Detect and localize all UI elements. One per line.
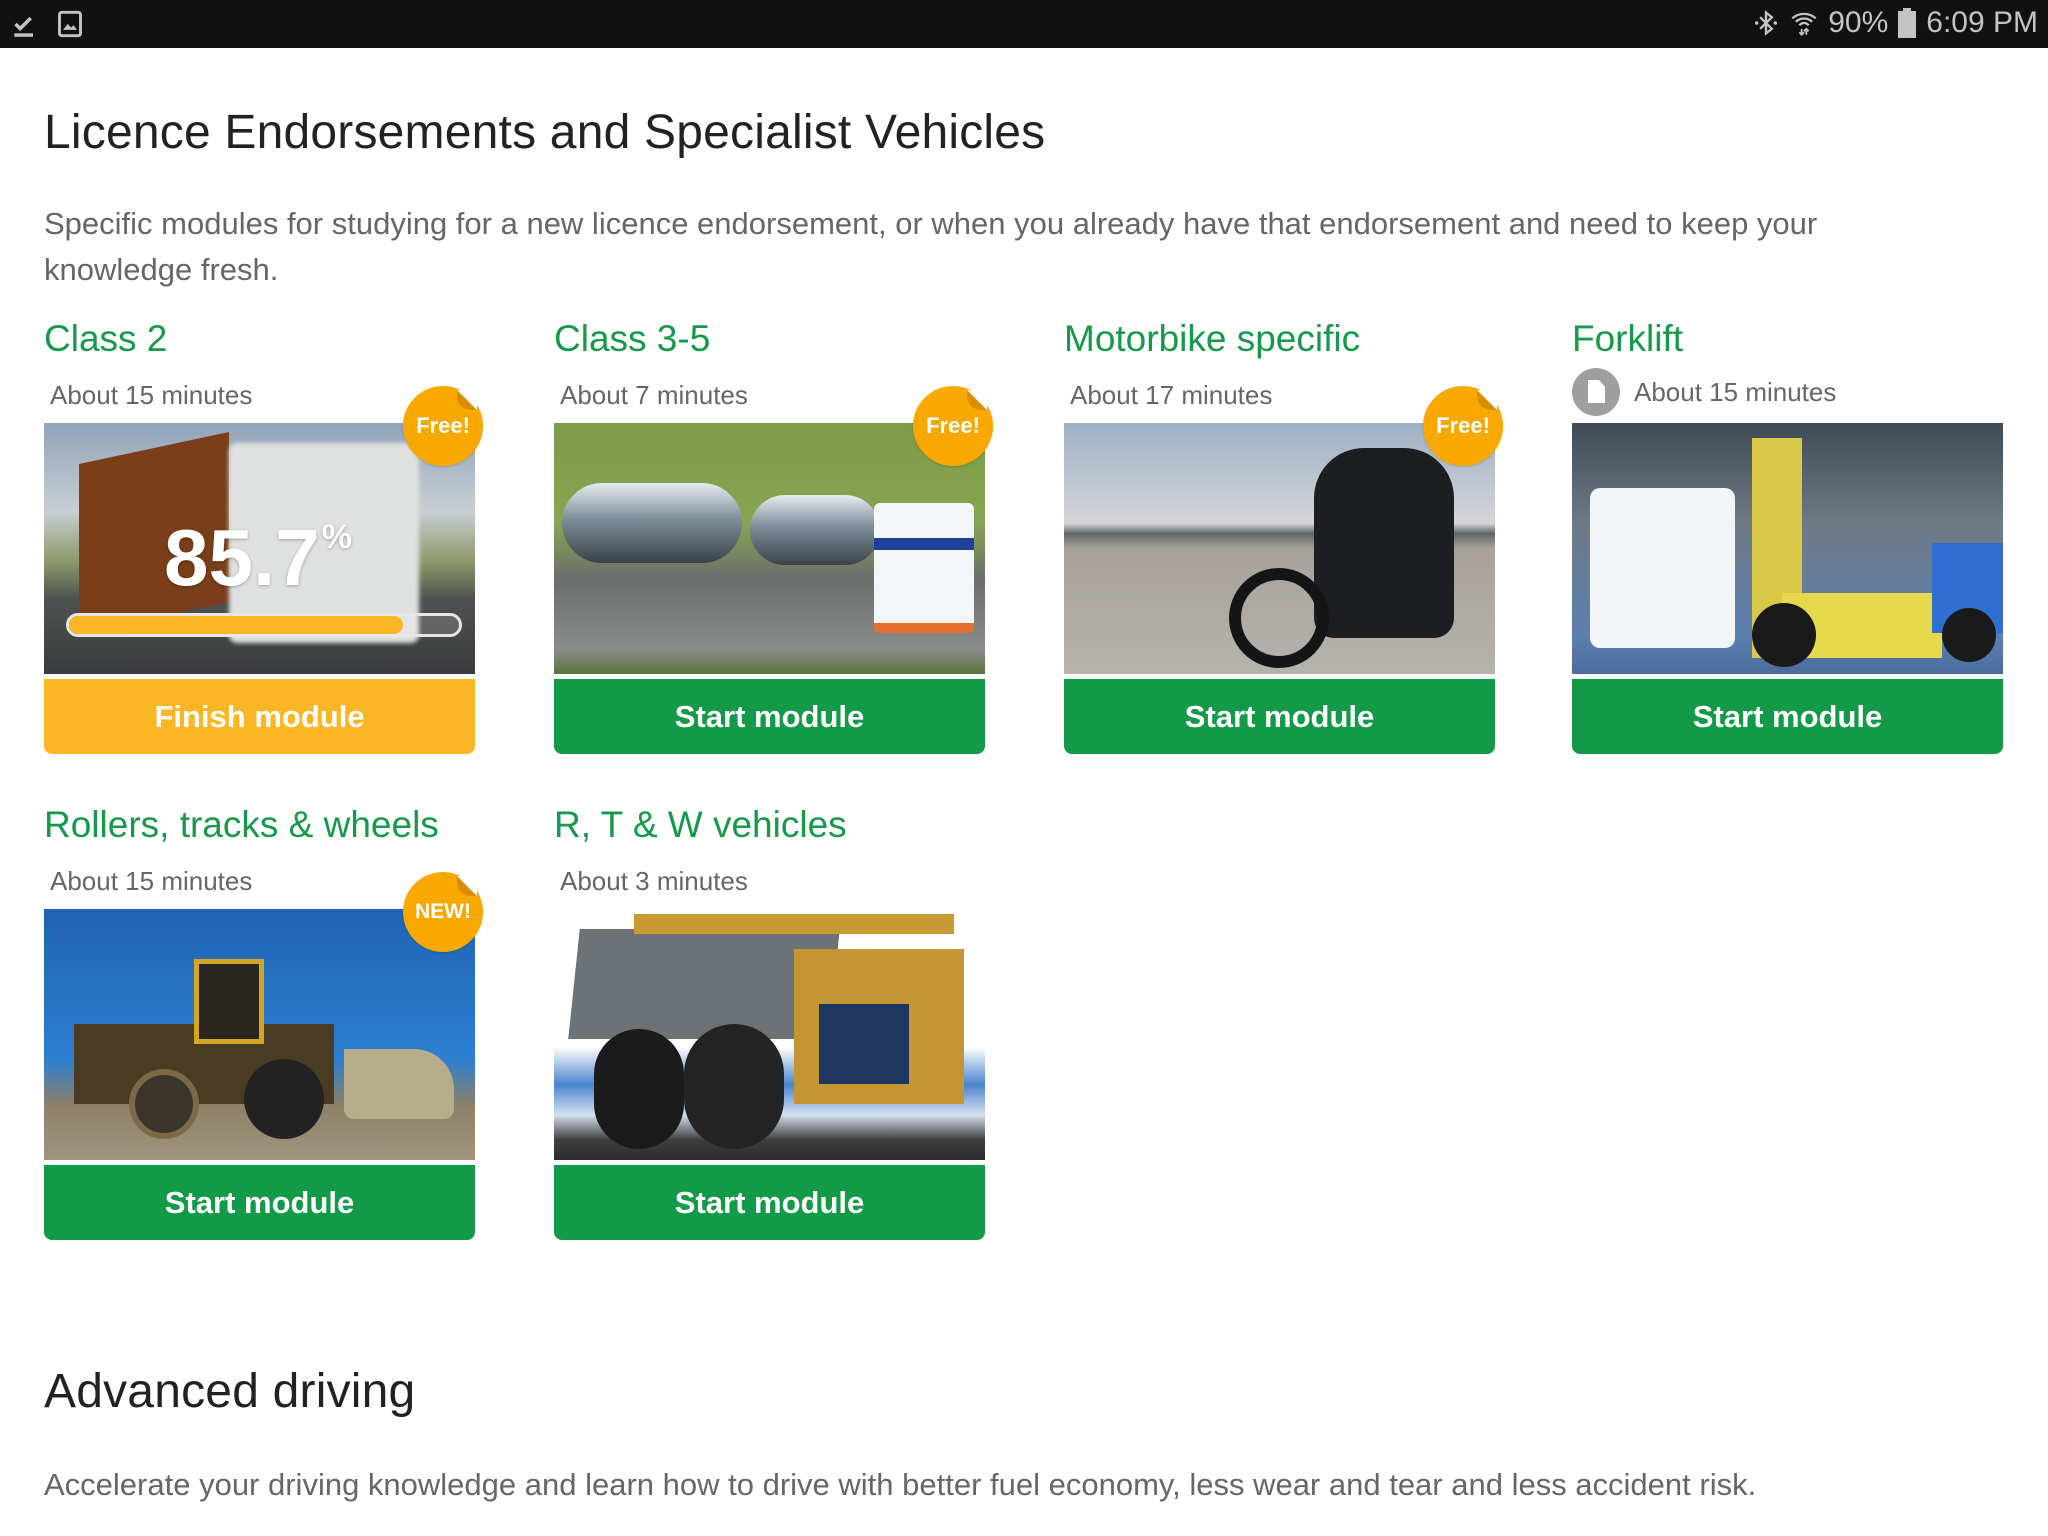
module-image-dump-truck[interactable] (554, 909, 985, 1160)
module-duration: About 15 minutes (50, 866, 253, 896)
image-icon (58, 10, 82, 38)
module-image-motorbike[interactable] (1064, 423, 1495, 674)
start-module-button[interactable]: Start module (554, 679, 985, 754)
module-title[interactable]: Rollers, tracks & wheels (44, 804, 439, 846)
module-duration: About 7 minutes (560, 380, 748, 410)
battery-icon (1898, 8, 1917, 38)
section-title: Advanced driving (44, 1365, 416, 1418)
section-description: Accelerate your driving knowledge and le… (44, 1467, 1757, 1502)
bluetooth-icon (1755, 10, 1778, 36)
progress-bar (66, 613, 462, 637)
finish-module-button[interactable]: Finish module (44, 679, 475, 754)
wifi-icon (1791, 12, 1817, 36)
progress-overlay: 85.7% (44, 423, 475, 674)
battery-percent: 90% (1828, 6, 1889, 39)
free-badge: Free! (403, 386, 483, 466)
module-image-truck[interactable]: 85.7% (44, 423, 475, 674)
module-duration: About 3 minutes (560, 866, 748, 896)
free-badge: Free! (1423, 386, 1503, 466)
module-image-tanker[interactable] (554, 423, 985, 674)
clock: 6:09 PM (1926, 6, 2038, 39)
free-badge: Free! (913, 386, 993, 466)
section-title: Licence Endorsements and Specialist Vehi… (44, 106, 1046, 159)
status-bar: 90% 6:09 PM (0, 0, 2048, 48)
start-module-button[interactable]: Start module (1064, 679, 1495, 754)
section-description: Specific modules for studying for a new … (44, 206, 1818, 287)
start-module-button[interactable]: Start module (1572, 679, 2003, 754)
module-title[interactable]: Class 3-5 (554, 318, 710, 360)
start-module-button[interactable]: Start module (554, 1165, 985, 1240)
document-icon (1572, 368, 1620, 416)
module-duration: About 15 minutes (50, 380, 253, 410)
progress-value: 85.7% (164, 513, 352, 602)
start-module-button[interactable]: Start module (44, 1165, 475, 1240)
module-duration: About 15 minutes (1634, 376, 1837, 407)
module-duration-row: About 15 minutes (1572, 368, 1836, 416)
new-badge: NEW! (403, 872, 483, 952)
task-done-icon (14, 16, 34, 37)
module-title[interactable]: Forklift (1572, 318, 1683, 360)
module-title[interactable]: Class 2 (44, 318, 167, 360)
module-title[interactable]: R, T & W vehicles (554, 804, 847, 846)
module-duration: About 17 minutes (1070, 380, 1273, 410)
module-image-wheel-loader[interactable] (44, 909, 475, 1160)
progress-fill (69, 616, 404, 634)
module-image-forklift[interactable] (1572, 423, 2003, 674)
module-title[interactable]: Motorbike specific (1064, 318, 1360, 360)
